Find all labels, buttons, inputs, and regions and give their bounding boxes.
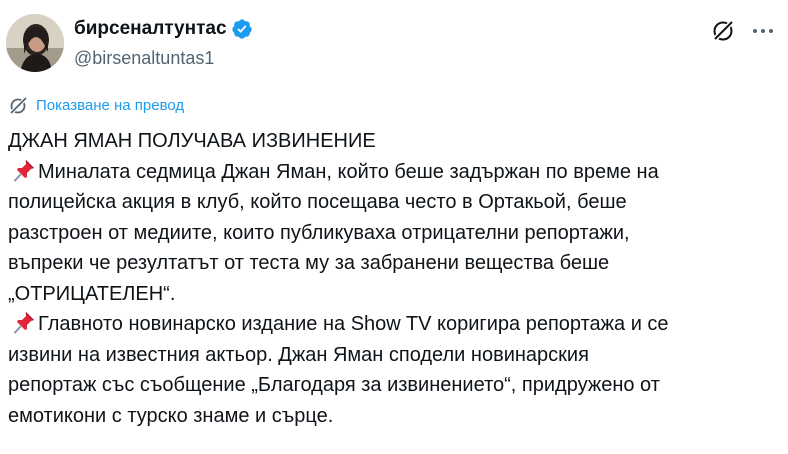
- post-headline: ДЖАН ЯМАН ПОЛУЧАВА ИЗВИНЕНИЕ: [8, 130, 376, 152]
- post-text-line-2: полицейска акция в клуб, който посещава …: [8, 191, 627, 213]
- pushpin-emoji-icon: [14, 158, 36, 182]
- translate-row[interactable]: Показване на превод: [8, 95, 184, 117]
- pushpin-emoji-icon: [14, 310, 36, 334]
- post-text-line-5: „ОТРИЦАТЕЛЕН“.: [8, 282, 176, 305]
- post-text: ДЖАН ЯМАН ПОЛУЧАВА ИЗВИНЕНИЕ Миналата се…: [8, 126, 778, 431]
- post-text-line: Миналата седмица Джан Яман, който беше з…: [8, 157, 778, 188]
- post-text-line-8: репортаж със съобщение „Благодаря за изв…: [8, 374, 660, 396]
- translate-icon: [8, 96, 28, 116]
- post-text-line: Главното новинарско издание на Show TV к…: [8, 309, 778, 340]
- post-text-line-9: емотикони с турско знаме и сърце.: [8, 404, 334, 427]
- more-options-icon[interactable]: [750, 18, 776, 44]
- verified-badge-icon: [231, 18, 253, 40]
- post-header: бирсеналтунтас @birsenaltuntas1: [6, 14, 776, 76]
- post-text-line-6: Главното новинарско издание на Show TV к…: [38, 313, 669, 335]
- post-text-line-4: въпреки че резултатът от теста му за заб…: [8, 252, 610, 274]
- avatar-image: [6, 14, 64, 72]
- author-handle[interactable]: @birsenaltuntas1: [74, 46, 253, 70]
- display-name[interactable]: бирсеналтунтас: [74, 16, 227, 42]
- display-name-row: бирсеналтунтас: [74, 16, 253, 42]
- avatar[interactable]: [6, 14, 64, 72]
- post-card: бирсеналтунтас @birsenaltuntas1 Показван…: [0, 0, 788, 454]
- grok-icon[interactable]: [710, 18, 736, 44]
- post-text-line-1: Миналата седмица Джан Яман, който беше з…: [38, 160, 659, 183]
- post-text-line-7: извини на известния актьор. Джан Яман сп…: [8, 343, 589, 366]
- author-block: бирсеналтунтас @birsenaltuntas1: [74, 16, 253, 70]
- show-translation-link[interactable]: Показване на превод: [36, 96, 184, 116]
- post-text-line-3: разстроен от медиите, които публикуваха …: [8, 221, 630, 244]
